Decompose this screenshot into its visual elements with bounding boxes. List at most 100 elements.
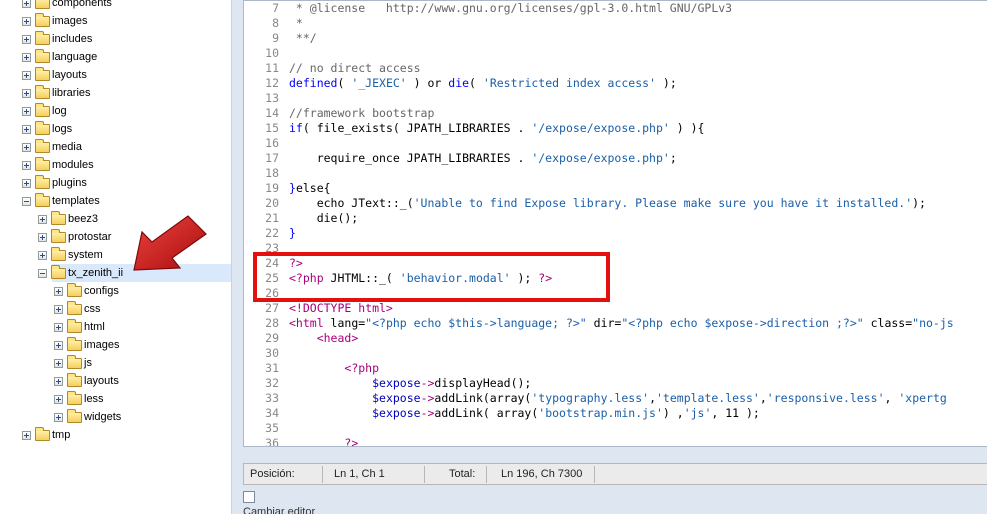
- code-line[interactable]: * @license http://www.gnu.org/licenses/g…: [289, 1, 732, 16]
- tree-node-components[interactable]: components: [0, 0, 231, 12]
- folder-icon: [51, 211, 66, 225]
- tree-node-widgets[interactable]: widgets: [0, 408, 231, 426]
- tree-node-less[interactable]: less: [0, 390, 231, 408]
- code-line[interactable]: defined( '_JEXEC' ) or die( 'Restricted …: [289, 76, 677, 91]
- code-line[interactable]: require_once JPATH_LIBRARIES . '/expose/…: [289, 151, 677, 166]
- tree-node-js[interactable]: js: [0, 354, 231, 372]
- code-token: 'typography.less': [531, 391, 650, 405]
- collapse-icon[interactable]: [22, 197, 31, 206]
- expand-icon[interactable]: [22, 53, 31, 62]
- code-token: '_JEXEC': [351, 76, 407, 90]
- code-editor[interactable]: 7 8 9 10 11 12 13 14 15 16 17 18 19 20 21 22 23 24 25 26 27 2…: [243, 0, 987, 447]
- expand-icon[interactable]: [22, 107, 31, 116]
- expand-icon[interactable]: [22, 89, 31, 98]
- expand-icon[interactable]: [54, 305, 63, 314]
- collapse-icon[interactable]: [38, 269, 47, 278]
- tree-node-images[interactable]: images: [0, 336, 231, 354]
- tree-node-plugins[interactable]: plugins: [0, 174, 231, 192]
- toggle-editor-checkbox[interactable]: [243, 491, 255, 503]
- expand-icon[interactable]: [22, 431, 31, 440]
- code-token: ( file_exists( JPATH_LIBRARIES .: [302, 121, 532, 135]
- code-token: 'xpertg: [898, 391, 947, 405]
- red-arrow-annotation: [133, 215, 207, 271]
- expand-icon[interactable]: [22, 179, 31, 188]
- tree-node-css[interactable]: css: [0, 300, 231, 318]
- tree-node-label: templates: [52, 195, 100, 207]
- code-line[interactable]: $expose->displayHead();: [289, 376, 531, 391]
- expand-icon[interactable]: [22, 125, 31, 134]
- code-token: echo JText::_(: [289, 196, 414, 210]
- code-line[interactable]: <html lang="<?php echo $this->language; …: [289, 316, 954, 331]
- tree-node-layouts[interactable]: layouts: [0, 66, 231, 84]
- code-line[interactable]: }else{: [289, 181, 331, 196]
- expand-icon[interactable]: [54, 395, 63, 404]
- code-line[interactable]: *: [289, 16, 303, 31]
- expand-icon[interactable]: [38, 251, 47, 260]
- tree-node-label: media: [52, 141, 82, 153]
- code-line[interactable]: if( file_exists( JPATH_LIBRARIES . '/exp…: [289, 121, 704, 136]
- tree-node-label: protostar: [68, 231, 112, 243]
- total-label: Total:: [449, 468, 476, 480]
- tree-node-libraries[interactable]: libraries: [0, 84, 231, 102]
- expand-icon[interactable]: [22, 143, 31, 152]
- status-separator: [486, 466, 487, 483]
- expand-icon[interactable]: [38, 215, 47, 224]
- tree-node-tmp[interactable]: tmp: [0, 426, 231, 444]
- tree-node-modules[interactable]: modules: [0, 156, 231, 174]
- tree-node-configs[interactable]: configs: [0, 282, 231, 300]
- expand-icon[interactable]: [54, 377, 63, 386]
- expand-icon[interactable]: [22, 35, 31, 44]
- status-bar: Posición: Ln 1, Ch 1 Total: Ln 196, Ch 7…: [243, 463, 987, 485]
- tree-node-media[interactable]: media: [0, 138, 231, 156]
- expand-icon[interactable]: [54, 341, 63, 350]
- expand-icon[interactable]: [54, 287, 63, 296]
- tree-node-logs[interactable]: logs: [0, 120, 231, 138]
- folder-icon: [35, 157, 50, 171]
- line-number: 19: [265, 181, 279, 195]
- folder-icon: [67, 409, 82, 423]
- tree-node-images[interactable]: images: [0, 12, 231, 30]
- code-line[interactable]: die();: [289, 211, 359, 226]
- expand-icon[interactable]: [22, 17, 31, 26]
- folder-icon: [35, 427, 50, 441]
- expand-icon[interactable]: [22, 71, 31, 80]
- code-line[interactable]: <head>: [289, 331, 359, 346]
- tree-node-label: images: [84, 339, 120, 351]
- code-line[interactable]: //framework bootstrap: [289, 106, 434, 121]
- code-line[interactable]: echo JText::_('Unable to find Expose lib…: [289, 196, 926, 211]
- tree-node-includes[interactable]: includes: [0, 30, 231, 48]
- expand-icon[interactable]: [22, 0, 31, 8]
- expand-icon[interactable]: [38, 233, 47, 242]
- code-line[interactable]: $expose->addLink(array('typography.less'…: [289, 391, 947, 406]
- tree-node-language[interactable]: language: [0, 48, 231, 66]
- folder-icon: [35, 31, 50, 45]
- folder-icon: [35, 121, 50, 135]
- code-line[interactable]: **/: [289, 31, 317, 46]
- position-label: Posición:: [250, 468, 295, 480]
- tree-node-html[interactable]: html: [0, 318, 231, 336]
- tree-node-templates[interactable]: templates: [0, 192, 231, 210]
- code-line[interactable]: // no direct access: [289, 61, 421, 76]
- expand-icon[interactable]: [54, 359, 63, 368]
- position-value: Ln 1, Ch 1: [334, 468, 385, 480]
- expand-icon[interactable]: [54, 413, 63, 422]
- tree-node-layouts[interactable]: layouts: [0, 372, 231, 390]
- code-area[interactable]: * @license http://www.gnu.org/licenses/g…: [289, 1, 987, 446]
- code-line[interactable]: }: [289, 226, 296, 241]
- code-token: <?php: [344, 361, 380, 375]
- expand-icon[interactable]: [54, 323, 63, 332]
- code-token: ->: [420, 376, 435, 390]
- code-token: lang=: [330, 316, 366, 330]
- code-line[interactable]: <!DOCTYPE html>: [289, 301, 393, 316]
- expand-icon[interactable]: [22, 161, 31, 170]
- code-line[interactable]: $expose->addLink( array('bootstrap.min.j…: [289, 406, 760, 421]
- folder-icon: [67, 283, 82, 297]
- code-token: if: [289, 121, 303, 135]
- code-line[interactable]: ?>: [289, 436, 358, 446]
- line-number: 14: [265, 106, 279, 120]
- code-token: // no direct access: [289, 61, 421, 75]
- code-line[interactable]: <?php: [289, 361, 379, 376]
- tree-node-log[interactable]: log: [0, 102, 231, 120]
- status-separator: [322, 466, 323, 483]
